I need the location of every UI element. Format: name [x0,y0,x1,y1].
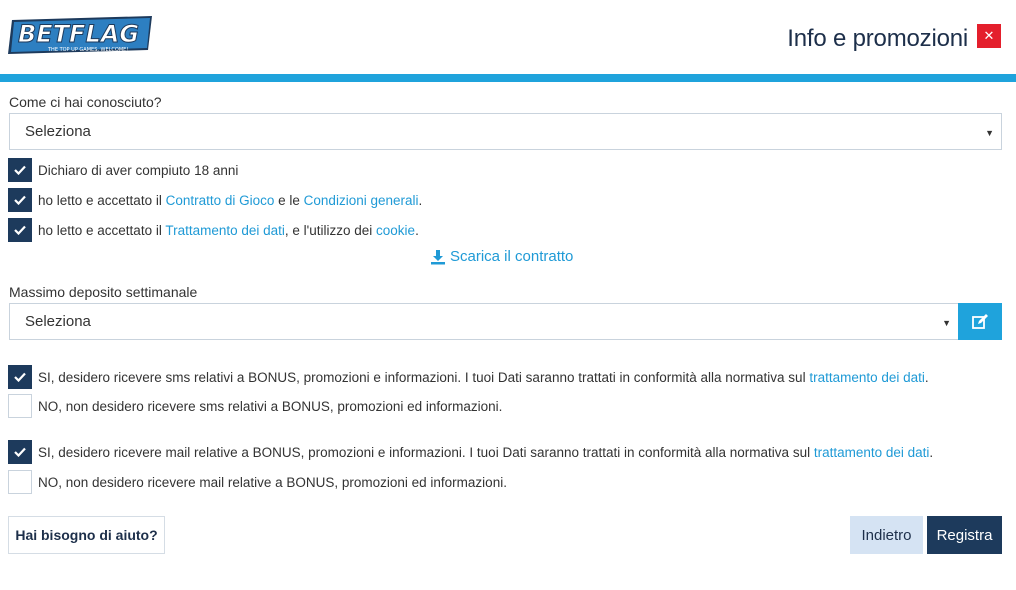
consent-age-text: Dichiaro di aver compiuto 18 anni [38,162,239,178]
checkmark-icon [14,447,26,457]
close-icon: ✕ [983,28,995,43]
download-contract-label: Scarica il contratto [450,248,574,265]
consent-age-row: Dichiaro di aver compiuto 18 anni [8,158,238,182]
download-icon [431,249,445,264]
mail-yes-row: SI, desidero ricevere mail relative a BO… [8,440,933,464]
mail-yes-text: SI, desidero ricevere mail relative a BO… [38,445,933,460]
consent-contract-text: ho letto e accettato il Contratto di Gio… [38,193,422,208]
sms-yes-text: SI, desidero ricevere sms relativi a BON… [38,370,929,385]
contratto-di-gioco-link[interactable]: Contratto di Gioco [166,193,275,208]
caret-down-icon: ▼ [985,128,994,138]
consent-privacy-mid: , e l'utilizzo dei [284,222,377,238]
header: BETFLAG THE TOP UP GAMES, WELCOME! Info … [0,0,1016,74]
sms-yes-post: . [924,369,929,385]
checkmark-icon [14,225,26,235]
sms-no-text: NO, non desidero ricevere sms relativi a… [38,398,503,414]
consent-privacy-checkbox[interactable] [8,218,32,242]
cookie-link[interactable]: cookie [376,223,415,238]
help-button[interactable]: Hai bisogno di aiuto? [8,516,165,554]
deposit-select-value: Seleziona [25,313,91,330]
mail-yes-pre: SI, desidero ricevere mail relative a BO… [38,444,814,460]
download-contract-link[interactable]: Scarica il contratto [430,248,573,265]
sms-no-checkbox[interactable] [8,394,32,418]
page-title: Info e promozioni [787,25,968,52]
back-button[interactable]: Indietro [850,516,923,554]
consent-contract-post: . [418,192,423,208]
referral-label: Come ci hai conosciuto? [9,94,162,110]
consent-privacy-row: ho letto e accettato il Trattamento dei … [8,218,419,242]
consent-privacy-pre: ho letto e accettato il [38,222,166,238]
edit-icon [972,313,988,329]
accent-bar [0,74,1016,82]
consent-contract-pre: ho letto e accettato il [38,192,166,208]
mail-yes-checkbox[interactable] [8,440,32,464]
betflag-logo[interactable]: BETFLAG THE TOP UP GAMES, WELCOME! [8,14,154,58]
consent-privacy-text: ho letto e accettato il Trattamento dei … [38,223,419,238]
condizioni-generali-link[interactable]: Condizioni generali [304,193,419,208]
referral-select[interactable]: Seleziona ▼ [9,113,1002,150]
mail-yes-post: . [929,444,934,460]
sms-no-row: NO, non desidero ricevere sms relativi a… [8,394,502,418]
mail-no-row: NO, non desidero ricevere mail relative … [8,470,507,494]
svg-text:BETFLAG: BETFLAG [18,20,139,48]
checkmark-icon [14,195,26,205]
mail-no-text: NO, non desidero ricevere mail relative … [38,474,507,490]
consent-privacy-post: . [415,222,419,238]
mail-no-checkbox[interactable] [8,470,32,494]
sms-trattamento-dati-link[interactable]: trattamento dei dati [809,370,925,385]
deposit-select[interactable]: Seleziona ▼ [9,303,959,340]
consent-contract-row: ho letto e accettato il Contratto di Gio… [8,188,422,212]
checkmark-icon [14,165,26,175]
referral-select-value: Seleziona [25,123,91,140]
edit-deposit-button[interactable] [958,303,1002,340]
checkmark-icon [14,372,26,382]
caret-down-icon: ▼ [942,318,951,328]
svg-text:THE TOP UP GAMES, WELCOME!: THE TOP UP GAMES, WELCOME! [47,47,128,53]
sms-yes-checkbox[interactable] [8,365,32,389]
mail-trattamento-dati-link[interactable]: trattamento dei dati [814,445,930,460]
close-button[interactable]: ✕ [977,24,1001,48]
sms-yes-row: SI, desidero ricevere sms relativi a BON… [8,365,929,389]
sms-yes-pre: SI, desidero ricevere sms relativi a BON… [38,369,810,385]
deposit-label: Massimo deposito settimanale [9,284,198,300]
consent-contract-mid: e le [274,192,304,208]
consent-contract-checkbox[interactable] [8,188,32,212]
consent-age-checkbox[interactable] [8,158,32,182]
trattamento-dati-link[interactable]: Trattamento dei dati [165,223,285,238]
register-button[interactable]: Registra [927,516,1002,554]
